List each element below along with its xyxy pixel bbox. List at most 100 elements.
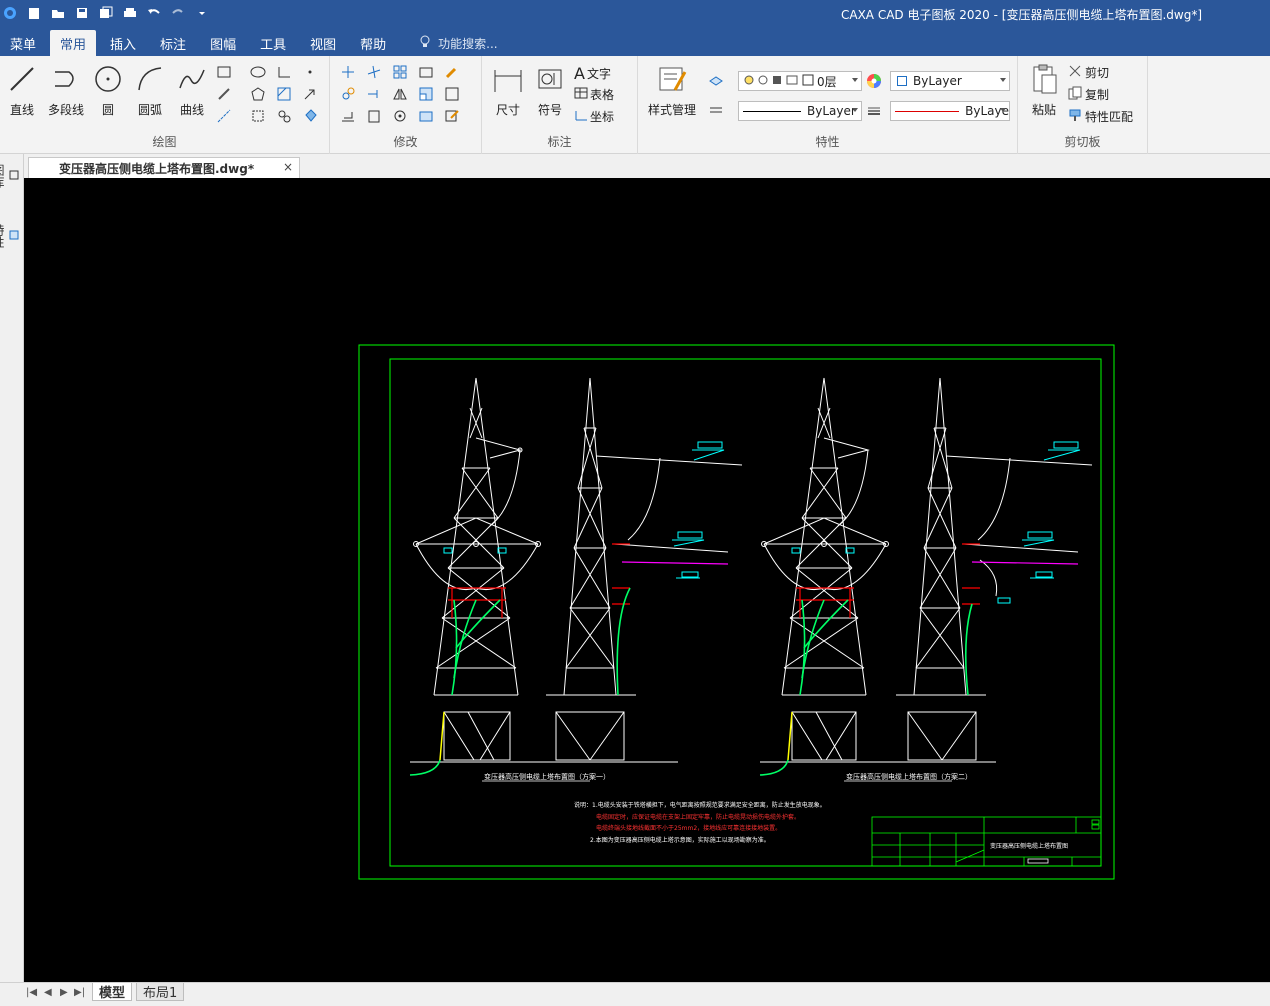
- text-tool-button[interactable]: A 文字: [574, 64, 611, 83]
- title-bar: CAXA CAD 电子图板 2020 - [变压器高压侧电缆上塔布置图.dwg*…: [0, 0, 1270, 28]
- stretch-icon[interactable]: [364, 106, 384, 126]
- layout-tab-model[interactable]: 模型: [92, 983, 133, 1001]
- edit-icon[interactable]: [442, 106, 462, 126]
- tower-d-green-cable: [964, 603, 973, 696]
- close-icon[interactable]: ×: [283, 160, 293, 174]
- note-red-1: 电缆固定时，应保证电缆在支架上固定牢靠，防止电缆晃动损伤电缆外护套。: [596, 813, 800, 821]
- frame-icon[interactable]: [442, 84, 462, 104]
- scale-icon[interactable]: [416, 84, 436, 104]
- copy-button[interactable]: 复制: [1068, 86, 1109, 103]
- tower-d: [896, 377, 1093, 696]
- tab-annotate[interactable]: 标注: [150, 30, 196, 56]
- layer-manager-icon[interactable]: [706, 70, 726, 90]
- app-logo-icon[interactable]: [0, 3, 20, 23]
- document-tab[interactable]: 变压器高压侧电缆上塔布置图.dwg* ×: [28, 157, 300, 178]
- layer-select[interactable]: 0层: [738, 71, 862, 91]
- polyline-tool-button[interactable]: 多段线: [46, 62, 86, 118]
- extend-icon[interactable]: [364, 84, 384, 104]
- linetype-sample: [743, 110, 801, 112]
- print-icon[interactable]: [120, 3, 140, 23]
- new-icon[interactable]: [24, 3, 44, 23]
- rotate-icon[interactable]: [390, 106, 410, 126]
- block-icon[interactable]: [248, 106, 268, 126]
- save-icon[interactable]: [72, 3, 92, 23]
- tower-d-cable: [971, 561, 1079, 565]
- tab-common[interactable]: 常用: [50, 30, 97, 56]
- open-icon[interactable]: [48, 3, 68, 23]
- group-label-modify: 修改: [393, 135, 418, 149]
- tab-view[interactable]: 视图: [300, 30, 346, 56]
- drawing-svg: 变压器高压侧电缆上塔布置图（方案一） 变压器高压侧电缆上塔布置图（方案二） 说明…: [358, 344, 1115, 880]
- lineweight-icon[interactable]: [864, 101, 884, 121]
- coordinate-tool-button[interactable]: 坐标: [574, 108, 614, 125]
- circle-tool-button[interactable]: 圆: [88, 62, 128, 118]
- layout-tab-bar: |◀ ◀ ▶ ▶| 模型 布局1: [0, 982, 1270, 1006]
- paste-button[interactable]: 粘贴: [1024, 62, 1064, 118]
- color-wheel-icon[interactable]: [864, 71, 884, 91]
- first-tab-icon[interactable]: |◀: [26, 987, 37, 998]
- table-tool-button[interactable]: 表格: [574, 86, 614, 103]
- array-icon[interactable]: [390, 62, 410, 82]
- rectangle-icon[interactable]: [214, 62, 234, 82]
- table-icon: [574, 87, 588, 102]
- offset-icon[interactable]: [338, 106, 358, 126]
- rect-break-icon[interactable]: [416, 62, 436, 82]
- next-tab-icon[interactable]: ▶: [60, 987, 68, 998]
- pencil-icon[interactable]: [214, 84, 234, 104]
- line-tool-button[interactable]: 直线: [2, 62, 42, 118]
- group-label-annotate: 标注: [547, 135, 572, 149]
- polygon-icon[interactable]: [248, 84, 268, 104]
- prev-tab-icon[interactable]: ◀: [44, 987, 52, 998]
- color-select[interactable]: ByLayer: [890, 71, 1010, 91]
- layer-value: 0层: [817, 74, 837, 89]
- line-list-icon[interactable]: [706, 101, 726, 121]
- undo-icon[interactable]: [144, 3, 164, 23]
- centerline-icon[interactable]: [214, 106, 234, 126]
- move-icon[interactable]: [338, 62, 358, 82]
- ribbon-group-clipboard: 粘贴 剪切 复制 特性匹配 剪切板: [1018, 56, 1148, 154]
- mirror-icon[interactable]: [390, 84, 410, 104]
- drawing-canvas[interactable]: 变压器高压侧电缆上塔布置图（方案一） 变压器高压侧电缆上塔布置图（方案二） 说明…: [24, 178, 1270, 982]
- tab-tools[interactable]: 工具: [250, 30, 296, 56]
- ribbon-group-annotate: 尺寸 符号 A 文字 表格 坐标 标注: [482, 56, 638, 154]
- layout-tab-layout1[interactable]: 布局1: [136, 983, 185, 1001]
- dimension-tool-button[interactable]: 尺寸: [488, 62, 528, 118]
- arc-tool-button[interactable]: 圆弧: [130, 62, 170, 118]
- group-label-clipboard: 剪切板: [1064, 135, 1101, 149]
- tab-insert[interactable]: 插入: [100, 30, 146, 56]
- arrow-icon[interactable]: [300, 84, 320, 104]
- side-panel: 图库 特性: [0, 154, 24, 982]
- redo-icon[interactable]: [168, 3, 188, 23]
- tab-sheet[interactable]: 图幅: [200, 30, 246, 56]
- side-tab-properties[interactable]: 特性: [0, 224, 21, 248]
- last-tab-icon[interactable]: ▶|: [74, 987, 85, 998]
- gear-shape-icon[interactable]: [274, 106, 294, 126]
- left-foundation-cable: [439, 711, 445, 761]
- explode-icon[interactable]: [416, 106, 436, 126]
- hatch-icon[interactable]: [274, 84, 294, 104]
- linetype-select[interactable]: ByLayer: [738, 101, 862, 121]
- match-properties-button[interactable]: 特性匹配: [1068, 108, 1133, 125]
- lineweight-select[interactable]: ByLaye: [890, 101, 1010, 121]
- cut-button[interactable]: 剪切: [1068, 64, 1109, 81]
- customize-icon[interactable]: [192, 3, 212, 23]
- copy-shape-icon[interactable]: [338, 84, 358, 104]
- save-all-icon[interactable]: [96, 3, 116, 23]
- ribbon-group-draw: 直线 多段线 圆 圆弧 曲线 绘图: [0, 56, 330, 154]
- menu-main[interactable]: 菜单: [0, 30, 46, 56]
- style-manage-button[interactable]: 样式管理: [644, 62, 700, 118]
- brush-icon[interactable]: [442, 62, 462, 82]
- angle-icon[interactable]: [274, 62, 294, 82]
- trim-icon[interactable]: [364, 62, 384, 82]
- spline-tool-button[interactable]: 曲线: [172, 62, 212, 118]
- polyline-icon: [49, 62, 83, 96]
- ellipse-icon[interactable]: [248, 62, 268, 82]
- right-foundations: [760, 711, 996, 763]
- symbol-tool-button[interactable]: 符号: [530, 62, 570, 118]
- sheet-inner-frame: [389, 358, 1102, 867]
- tab-help[interactable]: 帮助: [350, 30, 396, 56]
- point-icon[interactable]: [300, 62, 320, 82]
- side-tab-library[interactable]: 图库: [0, 164, 21, 188]
- fill-icon[interactable]: [300, 106, 320, 126]
- feature-search[interactable]: 功能搜索...: [420, 30, 498, 56]
